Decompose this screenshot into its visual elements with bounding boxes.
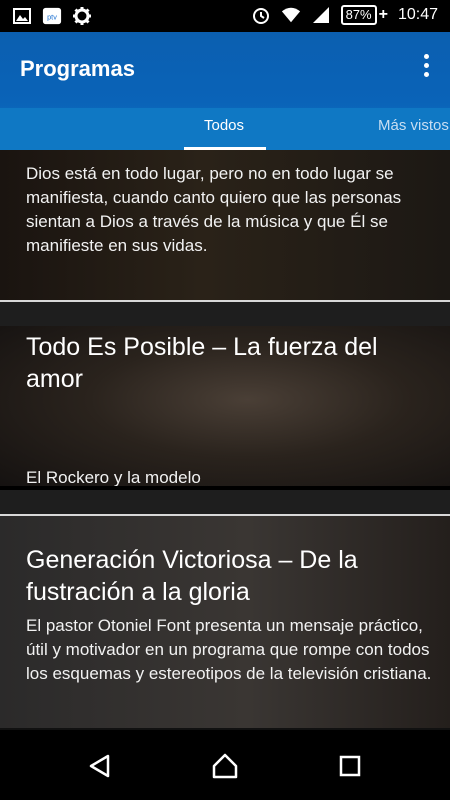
back-icon[interactable] — [86, 752, 114, 780]
home-icon[interactable] — [211, 752, 239, 780]
status-time: 10:47 — [397, 6, 438, 23]
signal-icon — [312, 7, 329, 23]
card-divider — [0, 300, 450, 302]
app-badge-text: ptv — [47, 13, 57, 22]
card-gap — [0, 302, 450, 326]
image-icon — [13, 8, 31, 24]
tab-bar: Todos Más vistos — [0, 108, 450, 150]
program-description: Dios está en todo lugar, pero no en todo… — [26, 164, 402, 255]
program-card[interactable]: Todo Es Posible – La fuerza del amor El … — [0, 326, 450, 490]
program-card[interactable]: Generación Victoriosa – De la fustración… — [0, 516, 450, 728]
battery-indicator: 87% + — [340, 5, 388, 25]
recents-icon[interactable] — [336, 752, 364, 780]
settings-gear-icon — [73, 7, 91, 25]
tab-todos[interactable]: Todos — [204, 117, 244, 134]
system-nav-bar — [0, 730, 450, 800]
alarm-icon — [252, 8, 269, 24]
program-title: Generación Victoriosa – De la fustración… — [26, 546, 358, 606]
overflow-menu-icon[interactable] — [424, 54, 430, 78]
status-bar: ptv 87% + 10:47 — [0, 0, 450, 32]
charging-icon: + — [378, 6, 388, 23]
page-title: Programas — [20, 56, 135, 81]
app-bar: Programas Todos Más vistos — [0, 32, 450, 150]
card-gap — [0, 490, 450, 516]
program-description: El pastor Otoniel Font presenta un mensa… — [26, 616, 432, 683]
program-card[interactable]: Dios está en todo lugar, pero no en todo… — [0, 150, 450, 302]
battery-percent: 87% — [340, 5, 377, 25]
wifi-icon — [281, 7, 300, 23]
tab-mas-vistos[interactable]: Más vistos — [378, 117, 449, 134]
program-title: Todo Es Posible – La fuerza del amor — [26, 333, 378, 393]
app-badge-icon: ptv — [42, 7, 62, 25]
